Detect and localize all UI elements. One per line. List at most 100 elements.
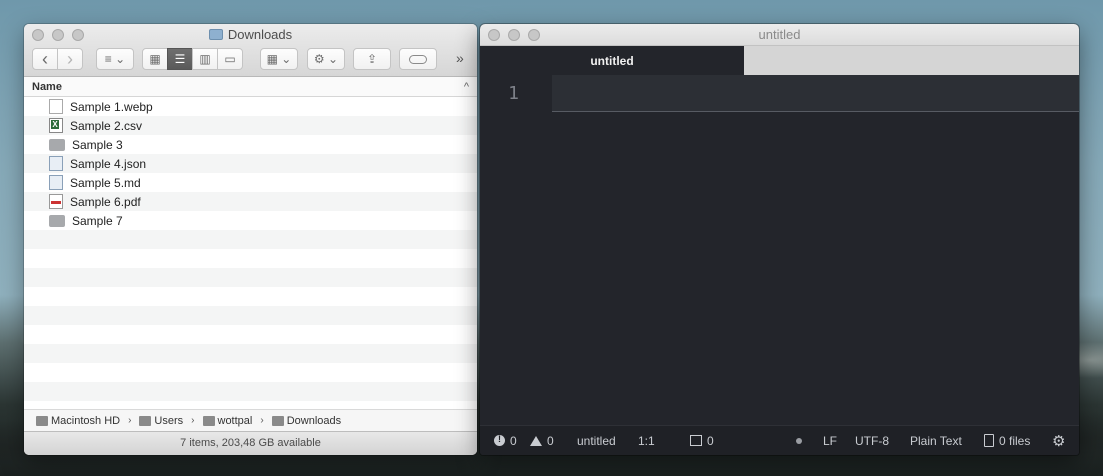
window-title-text: Downloads [227,27,293,42]
path-item[interactable]: wottpal [202,414,253,427]
zoom-button[interactable] [528,29,540,41]
empty-row [24,230,477,249]
csv-file-icon [49,118,63,133]
file-row[interactable]: Sample 2.csv [24,116,477,135]
git-status[interactable] [796,437,802,444]
empty-row [24,249,477,268]
file-row[interactable]: Sample 7 [24,211,477,230]
md-file-icon [49,175,63,190]
cursor-position-label: 1:1 [638,433,655,448]
close-button[interactable] [488,29,500,41]
double-chevron-icon: » [456,50,464,66]
empty-row [24,268,477,287]
encoding-selector[interactable]: UTF-8 [855,434,889,448]
folder-icon [208,29,223,40]
gallery-icon: ▭ [224,52,236,66]
error-count[interactable]: 0 [494,434,517,448]
file-name: Sample 1.webp [70,99,153,114]
chevron-right-icon: › [67,49,73,69]
file-name: Sample 4.json [70,156,147,171]
finder-window: Downloads ‹ › ≡ ⌄ ▦ ☰ ▥ ▭ ▦ ⌄ ⚙ ⌄ ⇪ » Na… [24,24,477,455]
empty-row [24,287,477,306]
files-icon [984,434,994,447]
path-item-label: Downloads [286,414,342,427]
folder-icon [139,415,152,426]
path-item[interactable]: Macintosh HD [36,415,120,427]
tab-untitled[interactable]: untitled [480,46,744,75]
file-name: Sample 5.md [70,175,141,190]
editor-status-bar: 0 0 untitled 1:1 0 LF UTF-8 Plain Text [480,425,1079,455]
chevron-left-icon: ‹ [42,49,48,69]
doc-file-icon [49,99,63,114]
empty-row [24,306,477,325]
share-icon: ⇪ [366,52,378,66]
empty-row [24,344,477,363]
folder-icon [49,214,65,227]
path-item[interactable]: Downloads [271,414,342,427]
error-count-label: 0 [510,433,517,448]
warning-count[interactable]: 0 [530,434,554,448]
list-view-button[interactable]: ☰ [167,48,193,70]
group-button[interactable]: ▦ ⌄ [260,48,298,70]
tab-label: untitled [590,53,634,68]
line-ending-selector[interactable]: LF [823,434,837,448]
file-count-status[interactable]: 0 files [984,434,1030,448]
group-grid-icon: ▦ ⌄ [266,52,292,66]
home-icon [202,415,215,426]
path-item-label: Users [154,414,184,427]
forward-button[interactable]: › [57,48,83,70]
lint-icon [690,435,702,446]
icon-view-button[interactable]: ▦ [142,48,168,70]
grammar-selector[interactable]: Plain Text [910,434,962,448]
empty-row [24,325,477,344]
action-button[interactable]: ⚙ ⌄ [307,48,345,70]
arrange-button[interactable]: ≡ ⌄ [96,48,134,70]
path-item-label: Macintosh HD [51,414,121,427]
grammar-label: Plain Text [910,433,962,448]
path-bar: Macintosh HD › Users › wottpal › Downloads [24,409,477,431]
path-item[interactable]: Users [139,415,183,427]
line-number: 1 [508,82,519,104]
columns-icon: ▥ [199,52,211,66]
path-separator-icon: › [260,415,264,426]
settings-button[interactable]: ⚙ [1052,432,1065,450]
dot-icon [796,437,802,444]
tab-bar: untitled [480,46,1079,75]
error-icon [494,434,505,446]
lint-status[interactable]: 0 [690,434,714,448]
tags-button[interactable] [399,48,437,70]
column-view-button[interactable]: ▥ [192,48,218,70]
file-name-label: untitled [577,433,616,448]
minimize-button[interactable] [508,29,520,41]
path-separator-icon: › [191,415,195,426]
gear-icon: ⚙ [1052,432,1066,450]
file-row[interactable]: Sample 1.webp [24,97,477,116]
finder-titlebar: Downloads ‹ › ≡ ⌄ ▦ ☰ ▥ ▭ ▦ ⌄ ⚙ ⌄ ⇪ » [24,24,477,77]
gallery-view-button[interactable]: ▭ [217,48,243,70]
window-controls [488,29,540,41]
share-button[interactable]: ⇪ [353,48,391,70]
path-item-label: wottpal [217,414,253,427]
empty-row [24,363,477,382]
editor-window: untitled untitled 1 0 0 untitled 1:1 0 [480,24,1079,455]
pdf-file-icon [49,194,63,209]
name-column-header[interactable]: Name ^ [24,77,477,97]
file-row[interactable]: Sample 3 [24,135,477,154]
file-name-status[interactable]: untitled [577,434,616,448]
warning-icon [530,435,542,446]
editor-titlebar: untitled [480,24,1079,46]
finder-status-bar: 7 items, 203,48 GB available [24,431,477,455]
toolbar-overflow-button[interactable]: » [456,50,464,66]
back-button[interactable]: ‹ [32,48,58,70]
editor-text-area[interactable] [552,75,1079,112]
file-row[interactable]: Sample 4.json [24,154,477,173]
hard-drive-icon [36,415,48,426]
warning-count-label: 0 [547,433,554,448]
column-header-label: Name [32,80,62,93]
sort-ascending-icon: ^ [463,80,469,93]
list-icon: ☰ [174,52,186,66]
finder-status-text: 7 items, 203,48 GB available [180,437,321,449]
file-row[interactable]: Sample 6.pdf [24,192,477,211]
file-row[interactable]: Sample 5.md [24,173,477,192]
cursor-position[interactable]: 1:1 [638,434,655,448]
